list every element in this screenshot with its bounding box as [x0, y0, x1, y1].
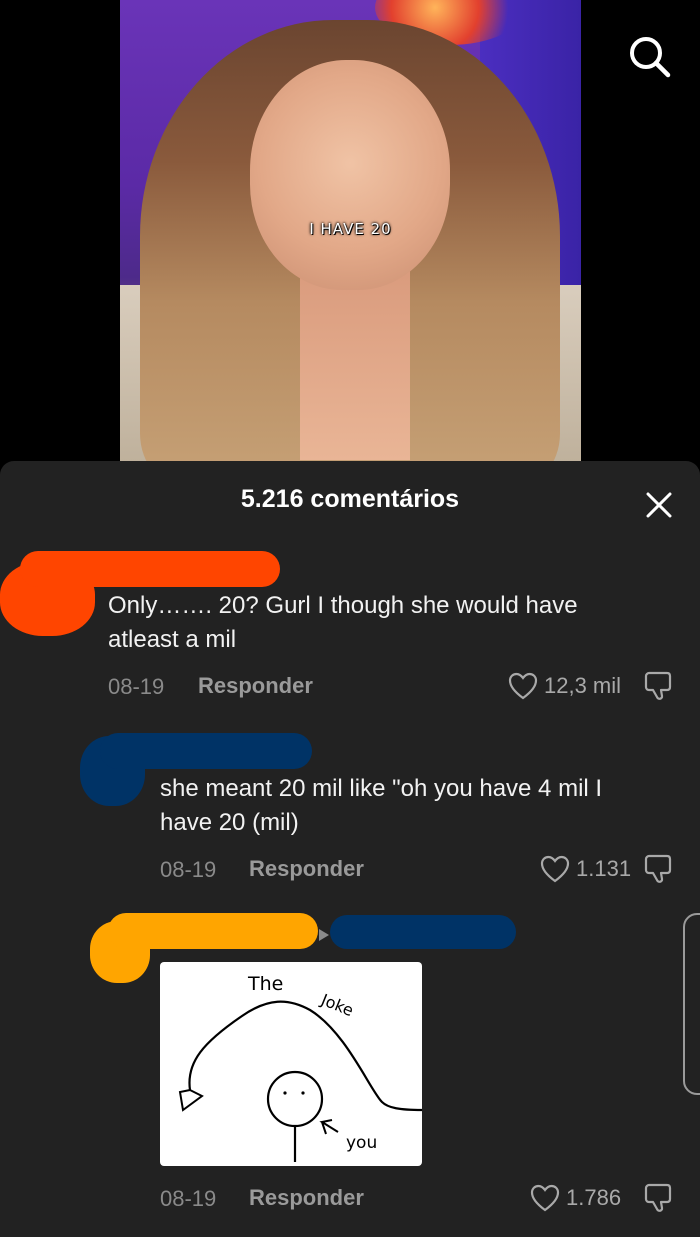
like-button[interactable]: 12,3 mil: [508, 672, 621, 700]
redacted-username: [20, 551, 280, 587]
drawing-title-curve: Joke: [318, 990, 357, 1020]
comment-text-line: Only……. 20? Gurl I though she would have: [108, 592, 578, 619]
like-count: 1.131: [576, 856, 632, 881]
joke-drawing: The Joke you: [178, 973, 423, 1162]
comment-text: she meant 20 mil like "oh you have 4 mil…: [160, 772, 602, 840]
person-face: [250, 60, 450, 290]
like-count: 12,3 mil: [544, 673, 622, 698]
reply-arrow-icon: [319, 929, 329, 941]
redacted-username: [100, 733, 312, 769]
dislike-icon[interactable]: [642, 669, 676, 703]
like-count: 1.786: [566, 1185, 622, 1210]
search-icon[interactable]: [625, 32, 673, 80]
comment-text-line: atleast a mil: [108, 626, 237, 653]
drawing-title: The: [247, 973, 283, 995]
comment-text-line: she meant 20 mil like "oh you have 4 mil…: [160, 775, 603, 802]
comment-image[interactable]: The Joke you: [160, 962, 423, 1166]
close-icon[interactable]: [643, 489, 675, 521]
comment-text: Only……. 20? Gurl I though she would have…: [108, 589, 578, 657]
comments-count-title: 5.216 comentários: [240, 485, 460, 513]
heart-icon: [540, 855, 570, 883]
dislike-icon[interactable]: [642, 1181, 676, 1215]
drawing-person-label: you: [346, 1133, 377, 1153]
video-frame[interactable]: I HAVE 20: [120, 0, 581, 462]
redacted-username: [108, 913, 318, 949]
person-neck: [300, 260, 410, 460]
video-caption: I HAVE 20: [309, 220, 392, 238]
reply-button[interactable]: Responder: [249, 856, 364, 882]
like-button[interactable]: 1.131: [540, 855, 631, 883]
comment-date: 08-19: [108, 674, 165, 699]
reply-button[interactable]: Responder: [249, 1185, 364, 1211]
comment-text-line: have 20 (mil): [160, 809, 299, 836]
redacted-reply-username: [330, 915, 516, 949]
video-player[interactable]: I HAVE 20: [0, 0, 700, 480]
comment-date: 08-19: [160, 857, 217, 882]
dislike-icon[interactable]: [642, 852, 676, 886]
reply-button[interactable]: Responder: [198, 673, 313, 699]
scrollbar-handle[interactable]: [683, 913, 700, 1095]
heart-icon: [530, 1184, 560, 1212]
comment-date: 08-19: [160, 1186, 217, 1211]
heart-icon: [508, 672, 538, 700]
comments-sheet: 5.216 comentários Only……. 20? Gurl I tho…: [0, 461, 700, 1237]
like-button[interactable]: 1.786: [530, 1184, 621, 1212]
